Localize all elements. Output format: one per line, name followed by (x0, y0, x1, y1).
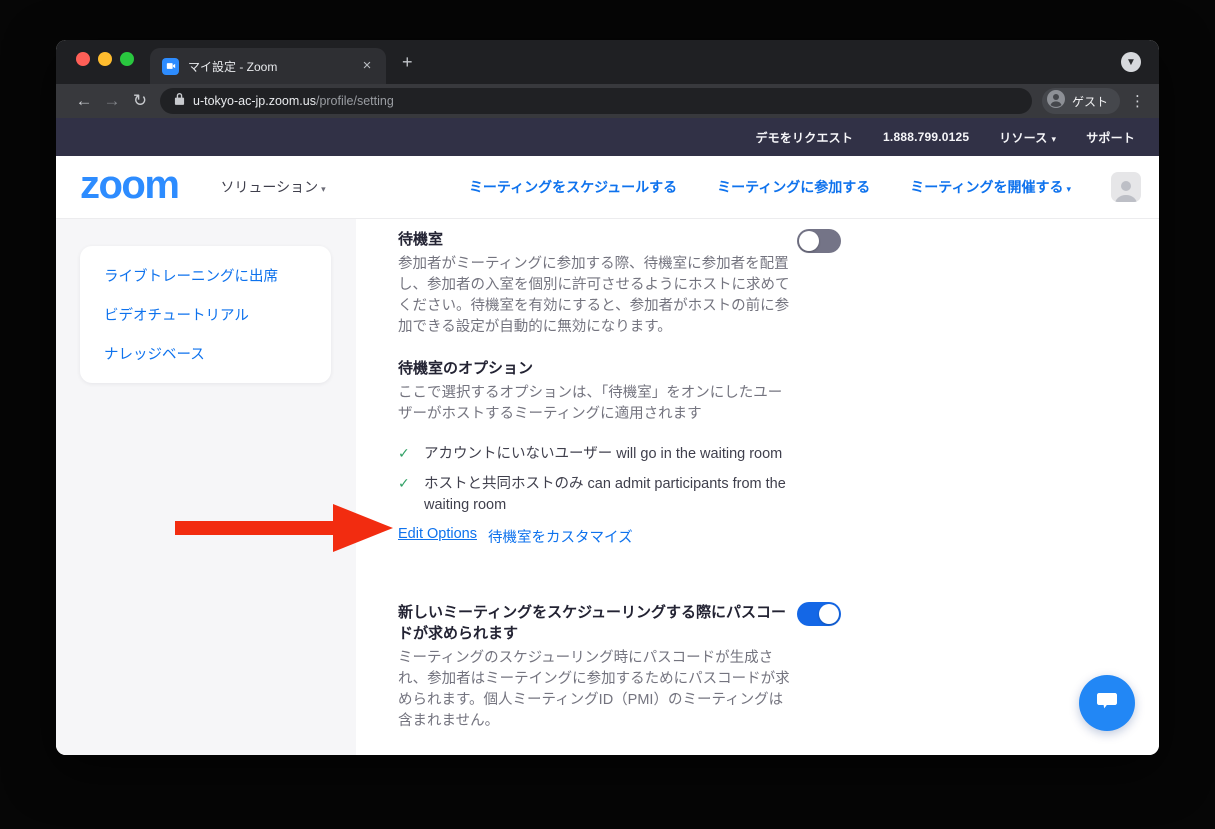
sidebar-item-knowledge-base[interactable]: ナレッジベース (80, 334, 331, 373)
browser-tab[interactable]: マイ設定 - Zoom × (150, 48, 386, 84)
settings-main: 待機室 参加者がミーティングに参加する際、待機室に参加者を配置し、参加者の入室を… (356, 219, 1159, 755)
setting-description: 参加者がミーティングに参加する際、待機室に参加者を配置し、参加者の入室を個別に許… (398, 254, 790, 339)
close-tab-icon[interactable]: × (358, 57, 376, 75)
resources-menu[interactable]: リソース▾ (999, 129, 1056, 146)
join-meeting-link[interactable]: ミーティングに参加する (717, 177, 870, 197)
tab-strip: マイ設定 - Zoom × + ▼ (56, 40, 1159, 84)
sidebar: ライブトレーニングに出席 ビデオチュートリアル ナレッジベース (56, 219, 356, 755)
passcode-toggle[interactable] (797, 602, 841, 626)
option-text: アカウントにいないユーザー will go in the waiting roo… (424, 444, 782, 465)
setting-title: 待機室 (398, 229, 790, 250)
tab-search-icon[interactable]: ▼ (1121, 52, 1141, 72)
sidebar-resources-card: ライブトレーニングに出席 ビデオチュートリアル ナレッジベース (80, 246, 331, 383)
request-demo-link[interactable]: デモをリクエスト (755, 129, 853, 146)
setting-title: 待機室のオプション (398, 358, 790, 379)
setting-waiting-room: 待機室 参加者がミーティングに参加する際、待機室に参加者を配置し、参加者の入室を… (398, 229, 868, 339)
setting-passcode-required: 新しいミーティングをスケジューリングする際にパスコードが求められます ミーティン… (398, 602, 868, 733)
guest-label: ゲスト (1072, 93, 1108, 110)
setting-description: ここで選択するオプションは、「待機室」をオンにしたユーザーがホストするミーティン… (398, 383, 790, 425)
phone-number-link[interactable]: 1.888.799.0125 (883, 130, 969, 144)
guest-avatar-icon (1046, 89, 1066, 114)
option-links: Edit Options 待機室をカスタマイズ (398, 526, 868, 547)
check-icon: ✓ (398, 444, 424, 465)
waiting-room-toggle[interactable] (797, 229, 841, 253)
lock-icon (174, 92, 185, 110)
host-meeting-menu[interactable]: ミーティングを開催する▾ (910, 177, 1071, 197)
zoom-logo[interactable]: zoom (80, 165, 178, 205)
customize-waiting-room-link[interactable]: 待機室をカスタマイズ (488, 526, 633, 547)
site-header: zoom ソリューション▾ ミーティングをスケジュールする ミーティングに参加す… (56, 156, 1159, 219)
close-window-button[interactable] (76, 52, 90, 66)
address-bar[interactable]: u-tokyo-ac-jp.zoom.us/profile/setting (160, 88, 1032, 114)
forward-icon[interactable]: → (98, 91, 126, 111)
toggle-knob (799, 231, 819, 251)
back-icon[interactable]: ← (70, 91, 98, 111)
red-arrow-head-icon (333, 504, 393, 552)
schedule-meeting-link[interactable]: ミーティングをスケジュールする (469, 177, 677, 197)
setting-title: 新しいミーティングをスケジューリングする際にパスコードが求められます (398, 602, 790, 644)
option-item: ✓ アカウントにいないユーザー will go in the waiting r… (398, 444, 798, 465)
profile-guest-badge[interactable]: ゲスト (1042, 88, 1120, 114)
sidebar-item-live-training[interactable]: ライブトレーニングに出席 (80, 256, 331, 295)
minimize-window-button[interactable] (98, 52, 112, 66)
option-item: ✓ ホストと共同ホストのみ can admit participants fro… (398, 474, 798, 516)
browser-menu-icon[interactable]: ⋮ (1130, 92, 1145, 110)
reload-icon[interactable]: ↻ (126, 91, 154, 111)
option-text: ホストと共同ホストのみ can admit participants from … (424, 474, 798, 516)
browser-window: マイ設定 - Zoom × + ▼ ← → ↻ u-tokyo-ac-jp.zo… (56, 40, 1159, 755)
setting-waiting-room-options: 待機室のオプション ここで選択するオプションは、「待機室」をオンにしたユーザーが… (398, 358, 868, 547)
check-icon: ✓ (398, 474, 424, 516)
window-controls (76, 52, 134, 66)
browser-toolbar: ← → ↻ u-tokyo-ac-jp.zoom.us/profile/sett… (56, 84, 1159, 118)
caret-down-icon: ▾ (1051, 134, 1056, 144)
chat-support-button[interactable] (1079, 675, 1135, 731)
url-domain: u-tokyo-ac-jp.zoom.us (193, 94, 316, 108)
red-arrow-annotation (175, 521, 335, 535)
tab-title: マイ設定 - Zoom (188, 58, 358, 75)
zoom-window-button[interactable] (120, 52, 134, 66)
toggle-knob (819, 604, 839, 624)
option-list: ✓ アカウントにいないユーザー will go in the waiting r… (398, 444, 798, 516)
site-top-nav: デモをリクエスト 1.888.799.0125 リソース▾ サポート (56, 118, 1159, 156)
zoom-favicon-icon (162, 58, 179, 75)
caret-down-icon: ▾ (321, 184, 326, 194)
settings-page: ライブトレーニングに出席 ビデオチュートリアル ナレッジベース 待機室 参加者が… (56, 219, 1159, 755)
support-link[interactable]: サポート (1086, 129, 1135, 146)
url-path: /profile/setting (316, 94, 394, 108)
desktop-background: マイ設定 - Zoom × + ▼ ← → ↻ u-tokyo-ac-jp.zo… (0, 0, 1215, 829)
solutions-menu[interactable]: ソリューション▾ (220, 177, 325, 197)
setting-description: ミーティングのスケジューリング時にパスコードが生成され、参加者はミーテイングに参… (398, 648, 790, 733)
chat-bubble-icon (1094, 689, 1120, 718)
caret-down-icon: ▾ (1066, 184, 1071, 194)
sidebar-item-video-tutorials[interactable]: ビデオチュートリアル (80, 295, 331, 334)
profile-avatar[interactable] (1111, 172, 1141, 202)
new-tab-button[interactable]: + (402, 53, 413, 71)
edit-options-link[interactable]: Edit Options (398, 526, 477, 547)
